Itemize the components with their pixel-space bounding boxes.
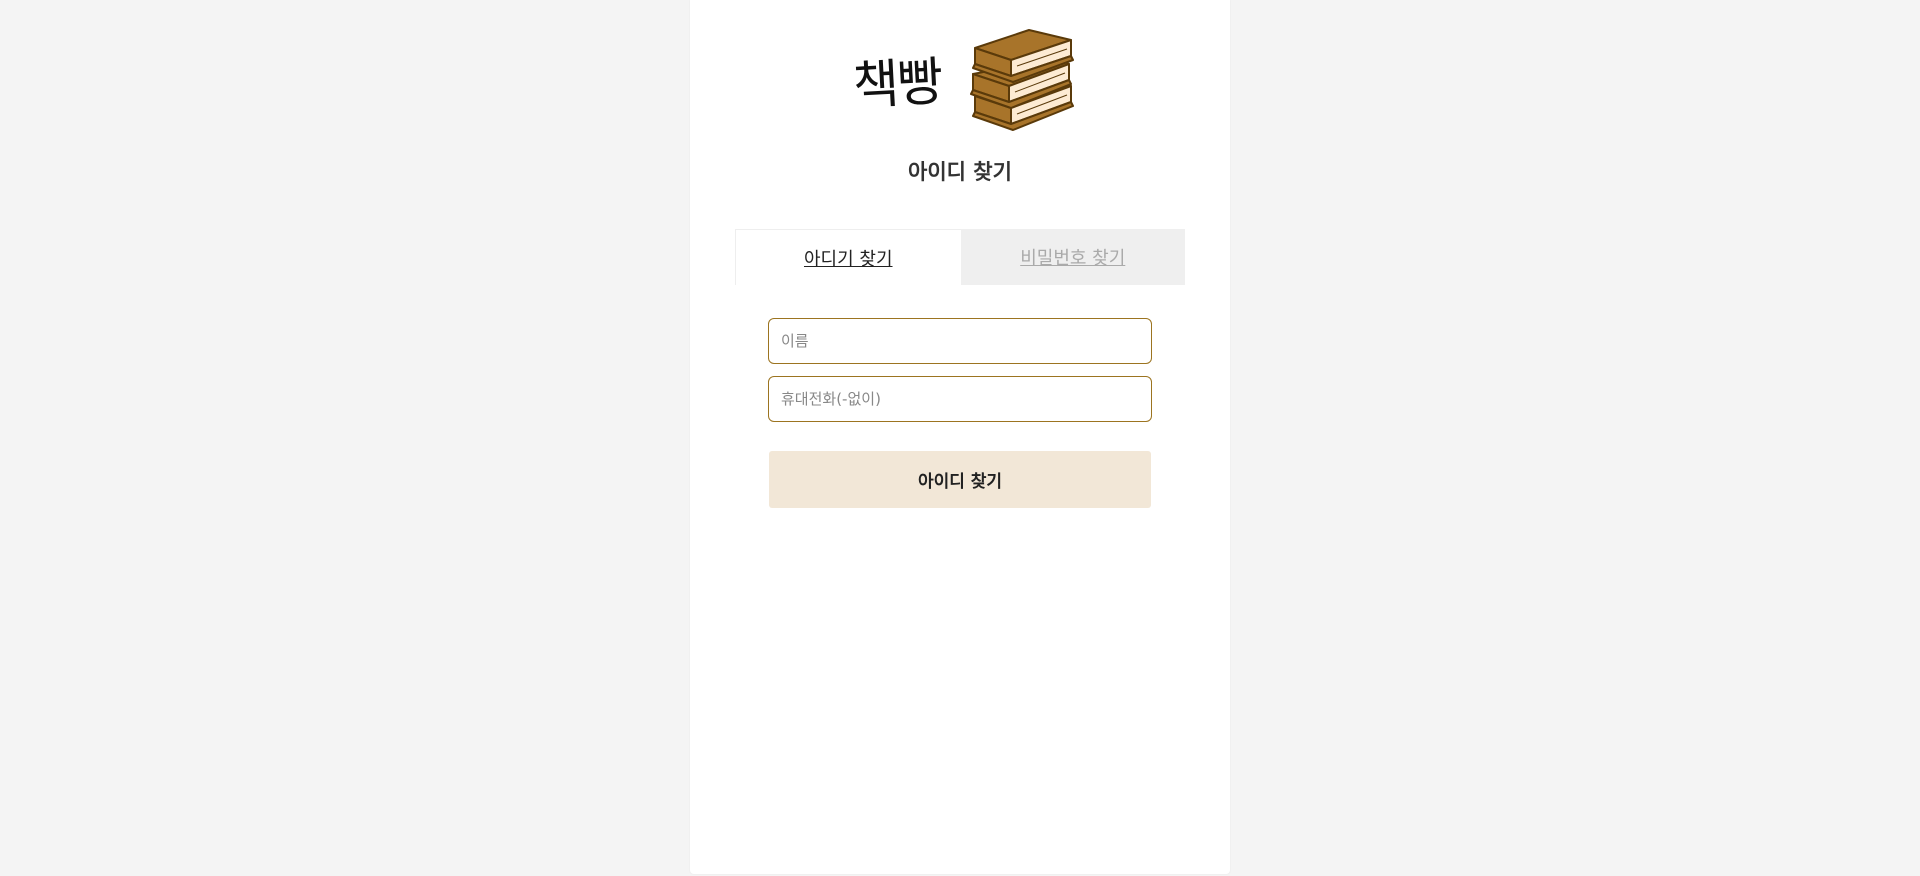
find-id-button[interactable]: 아이디 찾기 (769, 451, 1151, 508)
books-stack-icon (970, 29, 1074, 131)
find-id-card: 책빵 아이디 찾기 아디기 찾기 비밀번호 찾기 아이디 찾기 (690, 0, 1230, 874)
tab-find-password[interactable]: 비밀번호 찾기 (960, 229, 1185, 285)
tab-find-id[interactable]: 아디기 찾기 (735, 229, 961, 285)
find-tabs: 아디기 찾기 비밀번호 찾기 (735, 229, 1185, 285)
name-input[interactable] (768, 318, 1152, 364)
phone-input[interactable] (768, 376, 1152, 422)
logo[interactable]: 책빵 (851, 24, 1083, 136)
logo-text: 책빵 (851, 51, 943, 117)
page-title: 아이디 찾기 (908, 160, 1012, 184)
